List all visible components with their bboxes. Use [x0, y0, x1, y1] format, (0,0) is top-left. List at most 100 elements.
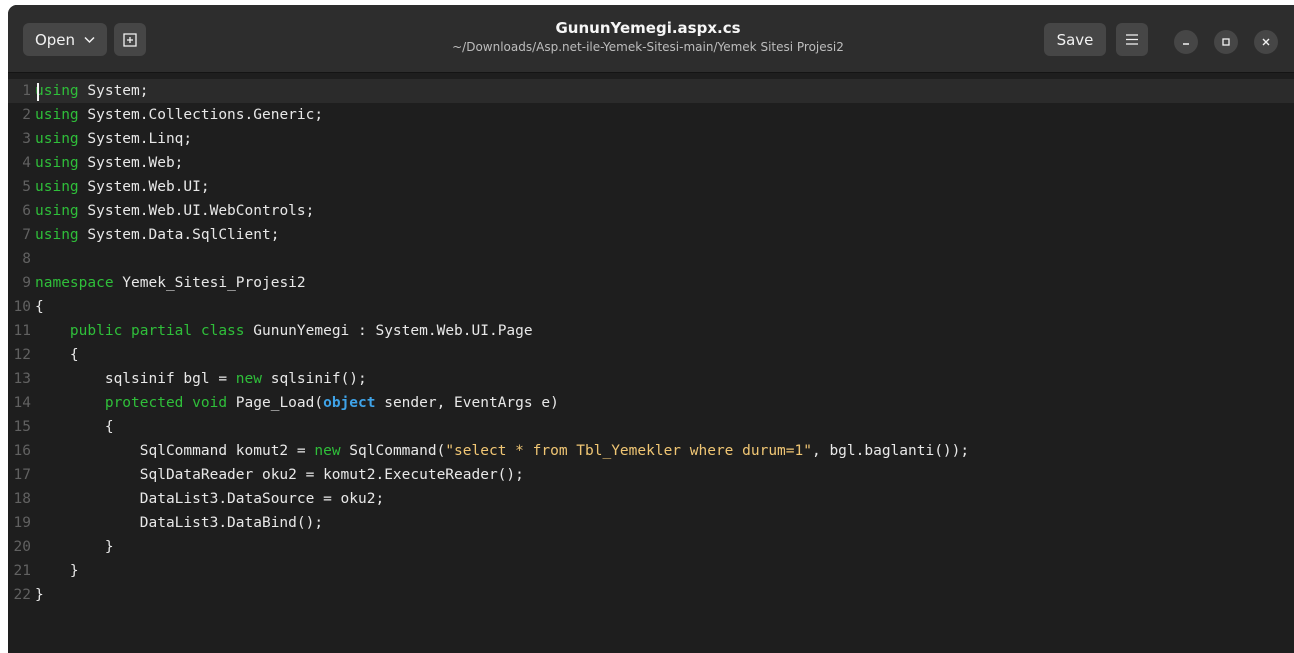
- keyword-token: using: [35, 155, 79, 171]
- maximize-icon: [1222, 38, 1230, 46]
- code-token: System.Web;: [78, 155, 184, 171]
- code-text: using System;: [35, 83, 149, 99]
- code-line[interactable]: 18 DataList3.DataSource = oku2;: [8, 487, 1294, 511]
- code-text: DataList3.DataBind();: [35, 515, 323, 531]
- open-button[interactable]: Open: [23, 23, 107, 56]
- close-button[interactable]: [1254, 30, 1278, 54]
- new-tab-icon: [123, 32, 137, 47]
- code-line[interactable]: 21 }: [8, 559, 1294, 583]
- line-number: 9: [22, 275, 31, 291]
- code-token: SqlCommand komut2 =: [35, 443, 315, 459]
- code-text: using System.Collections.Generic;: [35, 107, 323, 123]
- code-text: SqlDataReader oku2 = komut2.ExecuteReade…: [35, 467, 524, 483]
- document-title: GununYemegi.aspx.cs: [555, 19, 741, 37]
- code-text: {: [35, 299, 44, 315]
- code-token: DataList3.DataBind();: [35, 515, 324, 531]
- code-text: using System.Web.UI.WebControls;: [35, 203, 314, 219]
- main-menu-button[interactable]: [1116, 23, 1148, 56]
- code-line[interactable]: 10{: [8, 295, 1294, 319]
- code-line[interactable]: 8: [8, 247, 1294, 271]
- code-text: {: [35, 419, 114, 435]
- code-token: {: [35, 419, 114, 435]
- code-line[interactable]: 22}: [8, 583, 1294, 607]
- code-text: sqlsinif bgl = new sqlsinif();: [35, 371, 367, 387]
- line-number: 4: [22, 155, 31, 171]
- line-number: 18: [13, 491, 31, 507]
- code-line[interactable]: 4 using System.Web;: [8, 151, 1294, 175]
- line-number: 1: [22, 83, 31, 99]
- line-number: 5: [22, 179, 31, 195]
- code-text: namespace Yemek_Sitesi_Projesi2: [35, 275, 306, 291]
- keyword-token: public partial class: [69, 323, 245, 339]
- code-token: System.Web.UI;: [78, 179, 210, 195]
- line-number: 6: [22, 203, 31, 219]
- code-token: sender, EventArgs e): [375, 395, 559, 411]
- keyword-token: using: [35, 227, 79, 243]
- keyword-token: using: [35, 83, 79, 99]
- code-line[interactable]: 9 namespace Yemek_Sitesi_Projesi2: [8, 271, 1294, 295]
- code-line[interactable]: 6 using System.Web.UI.WebControls;: [8, 199, 1294, 223]
- open-button-label: Open: [34, 30, 76, 49]
- code-line[interactable]: 11 public partial class GununYemegi : Sy…: [8, 319, 1294, 343]
- code-line[interactable]: 14 protected void Page_Load(object sende…: [8, 391, 1294, 415]
- line-number: 10: [13, 299, 31, 315]
- code-line[interactable]: 17 SqlDataReader oku2 = komut2.ExecuteRe…: [8, 463, 1294, 487]
- code-line[interactable]: 13 sqlsinif bgl = new sqlsinif();: [8, 367, 1294, 391]
- save-button[interactable]: Save: [1044, 23, 1106, 56]
- line-number: 19: [13, 515, 31, 531]
- header-bar: Open GununYemegi.aspx.cs ~/Downloads/Asp…: [8, 5, 1294, 73]
- code-token: System.Linq;: [78, 131, 193, 147]
- code-token: GununYemegi : System.Web.UI.Page: [244, 323, 533, 339]
- maximize-button[interactable]: [1214, 30, 1238, 54]
- keyword-token: using: [35, 179, 79, 195]
- code-text: using System.Data.SqlClient;: [35, 227, 279, 243]
- code-text: {: [35, 347, 79, 363]
- code-line[interactable]: 7 using System.Data.SqlClient;: [8, 223, 1294, 247]
- code-editor[interactable]: 1 using System; 2 using System.Collections.…: [8, 73, 1294, 653]
- code-line[interactable]: 19 DataList3.DataBind();: [8, 511, 1294, 535]
- new-tab-button[interactable]: [114, 23, 146, 56]
- code-line[interactable]: 12 {: [8, 343, 1294, 367]
- code-token: System.Data.SqlClient;: [78, 227, 280, 243]
- code-text: }: [35, 563, 79, 579]
- line-number: 7: [22, 227, 31, 243]
- code-line[interactable]: 20 }: [8, 535, 1294, 559]
- keyword-token: new: [235, 371, 262, 387]
- code-token: }: [35, 587, 44, 603]
- code-token: {: [35, 347, 79, 363]
- code-line[interactable]: 1 using System;: [8, 79, 1294, 103]
- keyword-token: namespace: [35, 275, 114, 291]
- code-text: public partial class GununYemegi : Syste…: [35, 323, 533, 339]
- code-line[interactable]: 3 using System.Linq;: [8, 127, 1294, 151]
- code-text: using System.Web;: [35, 155, 183, 171]
- code-token: , bgl.baglanti());: [811, 443, 970, 459]
- line-number: 2: [22, 107, 31, 123]
- line-number: 13: [13, 371, 31, 387]
- code-token: }: [35, 563, 79, 579]
- minimize-icon: [1183, 43, 1189, 45]
- code-token: System.Web.UI.WebControls;: [78, 203, 315, 219]
- code-line[interactable]: 2 using System.Collections.Generic;: [8, 103, 1294, 127]
- keyword-token: object: [323, 395, 376, 411]
- code-token: sqlsinif();: [262, 371, 367, 387]
- minimize-button[interactable]: [1174, 30, 1198, 54]
- line-number: 14: [13, 395, 31, 411]
- code-line[interactable]: 16 SqlCommand komut2 = new SqlCommand("s…: [8, 439, 1294, 463]
- code-text: using System.Linq;: [35, 131, 192, 147]
- code-token: Yemek_Sitesi_Projesi2: [113, 275, 306, 291]
- keyword-token: new: [314, 443, 341, 459]
- text-editor-window: Open GununYemegi.aspx.cs ~/Downloads/Asp…: [8, 5, 1294, 653]
- code-line[interactable]: 5 using System.Web.UI;: [8, 175, 1294, 199]
- code-token: }: [35, 539, 114, 555]
- code-token: {: [35, 299, 44, 315]
- code-line[interactable]: 15 {: [8, 415, 1294, 439]
- line-number: 20: [13, 539, 31, 555]
- document-path: ~/Downloads/Asp.net-ile-Yemek-Sitesi-mai…: [452, 40, 844, 54]
- line-number: 21: [13, 563, 31, 579]
- line-number: 11: [13, 323, 31, 339]
- window-title-area: GununYemegi.aspx.cs ~/Downloads/Asp.net-…: [308, 19, 988, 55]
- line-number: 8: [22, 251, 31, 267]
- code-text: protected void Page_Load(object sender, …: [35, 395, 559, 411]
